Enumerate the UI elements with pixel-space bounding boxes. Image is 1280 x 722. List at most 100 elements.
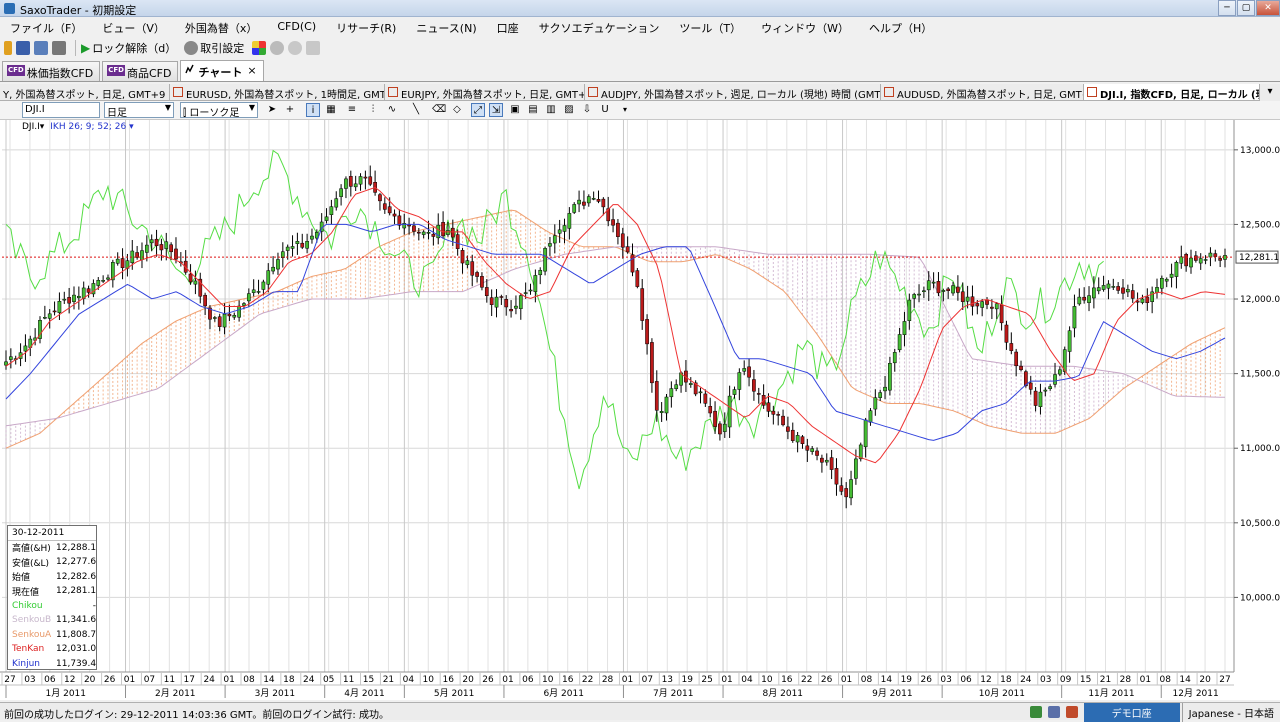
candle-down xyxy=(484,287,489,297)
ohlc-label: TenKan xyxy=(12,644,45,655)
connection-icon[interactable] xyxy=(1029,706,1042,718)
x-month-label: 8月 2011 xyxy=(763,688,804,699)
export-icon[interactable]: ⇩ xyxy=(580,103,594,117)
pointer-icon[interactable]: ➤ xyxy=(265,103,279,117)
unlock-button[interactable]: ▶ ロック解除（d） xyxy=(81,40,176,56)
layout-icon[interactable]: ▣ xyxy=(508,103,522,117)
trade-settings-button[interactable]: 取引設定 xyxy=(184,40,244,56)
x-day-label: 12 xyxy=(980,675,991,685)
legend-indicator[interactable]: IKH 26; 9; 52; 26 ▾ xyxy=(50,122,133,132)
legend-symbol[interactable]: DJI.I▾ xyxy=(22,122,44,132)
menu-window[interactable]: ウィンドウ（W） xyxy=(751,17,859,37)
line-draw-icon[interactable]: ╲ xyxy=(409,103,423,117)
menu-help[interactable]: ヘルプ（H） xyxy=(859,17,942,37)
indicator-icon[interactable]: ≡ xyxy=(345,103,359,117)
interval-select[interactable]: 日足 ▼ xyxy=(104,102,174,119)
x-month-label: 6月 2011 xyxy=(543,688,584,699)
fibonacci-icon[interactable]: ◇ xyxy=(450,103,464,117)
save-all-icon[interactable] xyxy=(34,41,48,55)
menu-forex[interactable]: 外国為替（x） xyxy=(175,17,268,37)
tab-label: チャート xyxy=(198,66,243,79)
x-day-label: 18 xyxy=(1000,675,1012,685)
chart-tab-audjpy[interactable]: AUDJPY, 外国為替スポット, 週足, ローカル (現地) 時間 (GMT+… xyxy=(585,84,881,100)
wave-icon[interactable]: ∿ xyxy=(385,103,399,117)
candle-up xyxy=(1053,374,1057,385)
network-icon[interactable] xyxy=(1047,706,1060,718)
price-chart[interactable]: 13,000.0 12,500.0 12,000.0 11,500.0 11,000.0… xyxy=(0,120,1280,700)
auto-scale-icon[interactable]: ⇲ xyxy=(489,103,503,117)
title-bar[interactable]: SaxoTrader - 初期設定 ─ ▢ ✕ xyxy=(0,0,1280,17)
copy-icon[interactable]: ▤ xyxy=(526,103,540,117)
close-tab-icon[interactable]: × xyxy=(247,64,256,77)
info-icon[interactable]: i xyxy=(306,103,320,117)
chart-tab-eurjpy[interactable]: EURJPY, 外国為替スポット, 日足, GMT+9 xyxy=(385,84,585,101)
menu-tools[interactable]: ツール（T） xyxy=(669,17,751,37)
symbol-input[interactable]: DJI.I xyxy=(22,102,100,118)
folder-icon[interactable] xyxy=(4,41,12,55)
candle-up xyxy=(232,315,237,318)
candle-up xyxy=(931,281,936,284)
menu-account[interactable]: 口座 xyxy=(487,17,529,37)
grid-icon[interactable]: ▦ xyxy=(324,103,338,117)
chart-tab-label: EURJPY, 外国為替スポット, 日足, GMT+9 xyxy=(401,90,585,101)
close-button[interactable]: ✕ xyxy=(1256,0,1280,16)
candle-down xyxy=(970,296,975,307)
candle-up xyxy=(897,334,902,351)
candle-down xyxy=(120,258,125,269)
candle-down xyxy=(786,426,790,432)
language-indicator[interactable]: Japanese - 日本語 xyxy=(1181,702,1280,722)
menu-cfd[interactable]: CFD(C) xyxy=(267,17,326,37)
candle-down xyxy=(790,429,795,441)
tab-scroll-button[interactable]: ▾ xyxy=(1260,84,1280,101)
x-day-label: 01 xyxy=(1140,675,1151,685)
alert-icon[interactable] xyxy=(1065,706,1078,718)
print-icon[interactable] xyxy=(52,41,66,55)
compare-icon[interactable]: ▥ xyxy=(544,103,558,117)
tab-chart[interactable]: チャート × xyxy=(180,60,264,81)
candle-up xyxy=(261,281,266,290)
candle-up xyxy=(295,241,300,244)
menu-education[interactable]: サクソエデュケーション xyxy=(529,17,670,37)
menu-view[interactable]: ビュー（V） xyxy=(92,17,175,37)
candle-up xyxy=(305,241,309,249)
menu-research[interactable]: リサーチ(R) xyxy=(326,17,406,37)
x-day-label: 20 xyxy=(462,675,474,685)
magnet-icon[interactable]: Ս xyxy=(598,103,612,117)
minimize-button[interactable]: ─ xyxy=(1218,0,1236,16)
eraser-icon[interactable]: ⌫ xyxy=(432,103,446,117)
status-bar: 前回の成功したログイン: 29-12-2011 14:03:36 GMT。前回の… xyxy=(0,702,1280,722)
study-icon[interactable]: ⫶ xyxy=(366,103,380,117)
chart-tab-audusd[interactable]: AUDUSD, 外国為替スポット, 日足, GMT+9 xyxy=(881,84,1084,100)
color-icon[interactable] xyxy=(252,41,267,55)
chart-style-select[interactable]: ⫿ ローソク足 ▼ xyxy=(180,102,258,119)
tab-commodity-cfd[interactable]: CFD 商品CFD xyxy=(102,61,179,81)
candle-icon: ⫿ xyxy=(183,108,187,119)
candle-down xyxy=(378,194,382,202)
trend-icon[interactable]: ▨ xyxy=(562,103,576,117)
candle-down xyxy=(747,366,751,378)
candle-down xyxy=(1014,351,1019,367)
menu-news[interactable]: ニュース(N) xyxy=(406,17,486,37)
maximize-button[interactable]: ▢ xyxy=(1237,0,1255,16)
candle-up xyxy=(1189,257,1193,268)
more-tools-icon[interactable]: ▾ xyxy=(618,103,632,117)
chart-area[interactable]: DJI.I▾ IKH 26; 9; 52; 26 ▾ 13,000.0 12,50… xyxy=(0,120,1280,700)
candle-down xyxy=(960,291,965,302)
zoom-icon[interactable]: ⤢ xyxy=(471,103,485,117)
chart-tab-usdjpy[interactable]: Y, 外国為替スポット, 日足, GMT+9 xyxy=(0,84,170,100)
chart-tab-eurusd[interactable]: EURUSD, 外国為替スポット, 1時間足, GMT+9 xyxy=(170,84,385,100)
menu-file[interactable]: ファイル（F） xyxy=(0,17,92,37)
candle-up xyxy=(421,231,426,235)
x-day-label: 06 xyxy=(522,675,534,685)
ohlc-row-high: 高値(&H) 12,288.1 xyxy=(8,541,96,556)
demo-account-badge[interactable]: デモ口座 xyxy=(1083,702,1180,722)
candle-down xyxy=(1130,290,1135,299)
save-icon[interactable] xyxy=(16,41,30,55)
crosshair-icon[interactable]: + xyxy=(283,103,297,117)
x-day-label: 15 xyxy=(1080,675,1091,685)
tab-index-cfd[interactable]: CFD 株価指数CFD xyxy=(2,61,101,81)
x-day-label: 14 xyxy=(881,675,893,685)
chart-tab-dji[interactable]: DJI.I, 指数CFD, 日足, ローカル (現地 xyxy=(1084,84,1260,100)
x-day-label: 01 xyxy=(841,675,852,685)
candle-up xyxy=(577,199,581,205)
